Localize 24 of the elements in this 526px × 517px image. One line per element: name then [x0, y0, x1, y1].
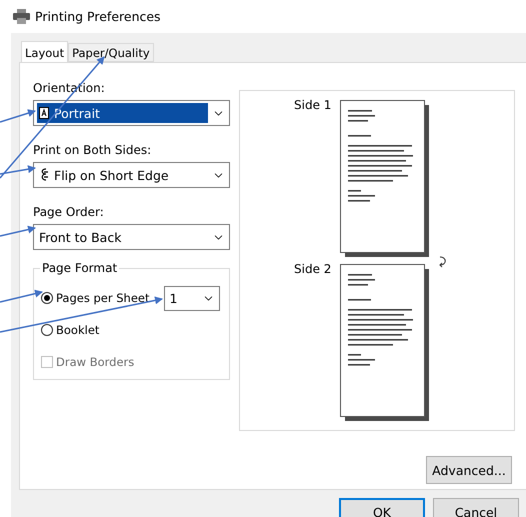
radio-label: Pages per Sheet: [56, 291, 150, 305]
tab[interactable]: Paper/Quality: [68, 43, 154, 62]
duplex-dropdown[interactable]: Flip on Short Edge: [33, 162, 230, 188]
annotation-arrow: [0, 226, 36, 237]
printer-icon: [13, 9, 30, 24]
cancel-button[interactable]: Cancel: [433, 498, 519, 517]
side-label: Side 1: [294, 98, 332, 112]
portrait-page-icon: [39, 107, 49, 119]
radio-button[interactable]: [41, 292, 53, 304]
field-label: Print on Both Sides:: [33, 142, 152, 158]
radio-button[interactable]: [41, 324, 53, 336]
radio-label: Booklet: [56, 323, 100, 337]
page-order-dropdown[interactable]: Front to Back: [33, 224, 230, 250]
field-label: Page Order:: [33, 204, 105, 220]
flip-page-icon: [39, 168, 49, 182]
window-title: Printing Preferences: [35, 9, 161, 24]
pages-per-sheet-dropdown[interactable]: 1: [164, 286, 220, 310]
orientation-dropdown[interactable]: Portrait: [33, 100, 230, 126]
tab[interactable]: Layout: [21, 41, 68, 63]
checkbox-label: Draw Borders: [56, 355, 134, 369]
side-label: Side 2: [294, 262, 332, 276]
group-title: Page Format: [40, 261, 120, 275]
ok-button[interactable]: OK: [339, 498, 425, 517]
advanced-button[interactable]: Advanced...: [426, 456, 512, 484]
